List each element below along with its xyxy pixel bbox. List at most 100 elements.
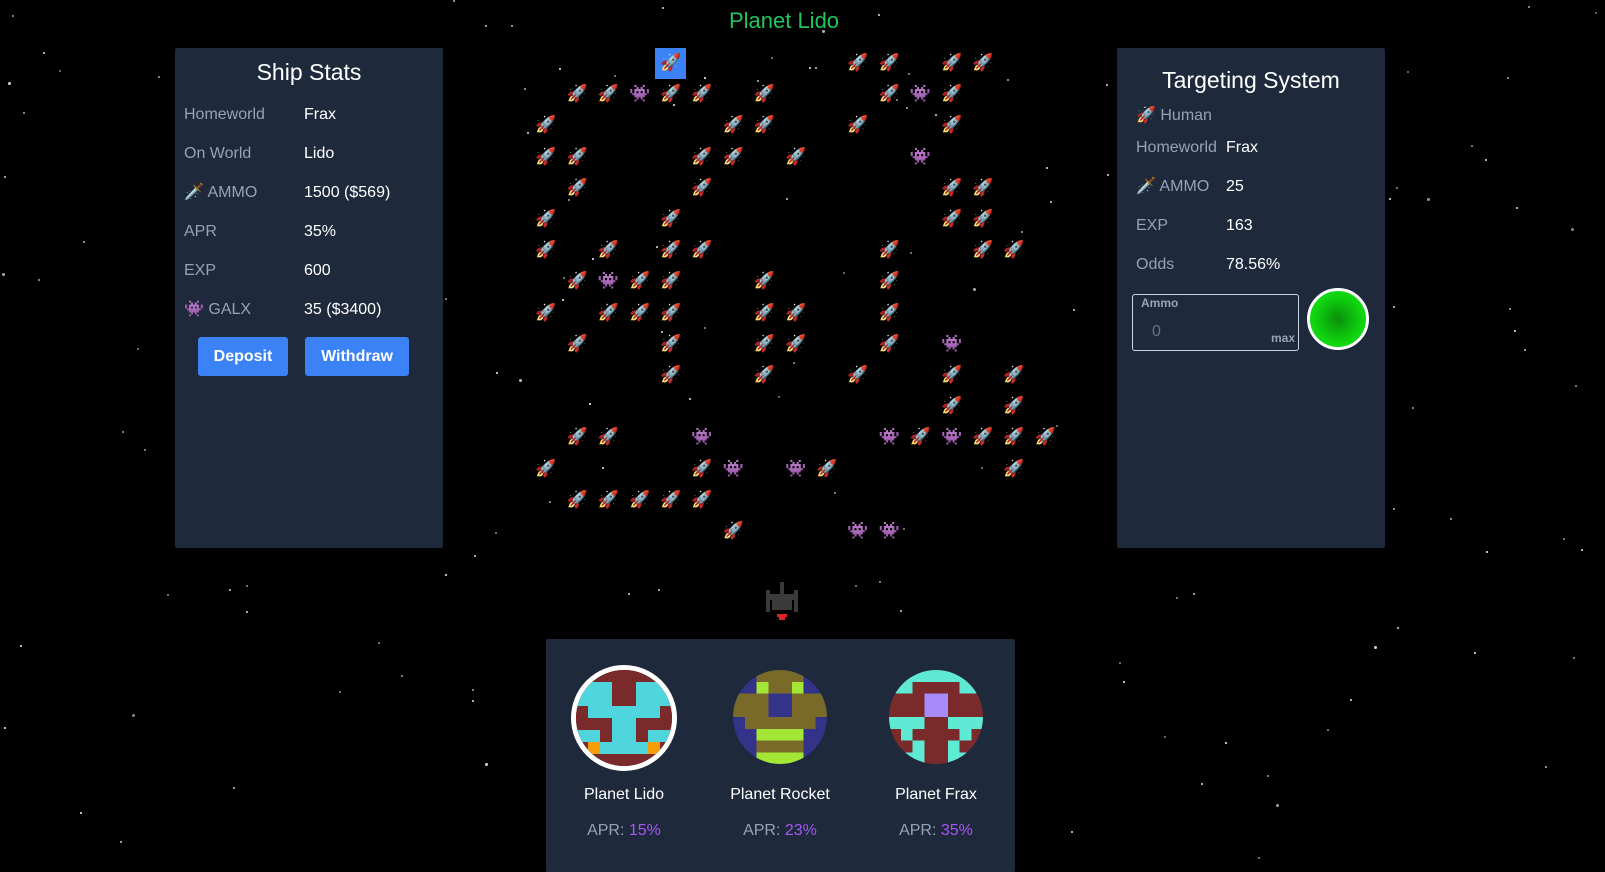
alien-icon[interactable]: 👾 bbox=[877, 521, 901, 541]
rocket-icon[interactable]: 🚀 bbox=[752, 365, 776, 385]
rocket-icon[interactable]: 🚀 bbox=[846, 53, 870, 73]
rocket-icon[interactable]: 🚀 bbox=[971, 178, 995, 198]
rocket-icon[interactable]: 🚀 bbox=[659, 303, 683, 323]
rocket-icon[interactable]: 🚀 bbox=[659, 53, 683, 73]
rocket-icon[interactable]: 🚀 bbox=[690, 147, 714, 167]
rocket-icon[interactable]: 🚀 bbox=[596, 84, 620, 104]
rocket-icon[interactable]: 🚀 bbox=[877, 303, 901, 323]
rocket-icon[interactable]: 🚀 bbox=[596, 427, 620, 447]
rocket-icon[interactable]: 🚀 bbox=[721, 147, 745, 167]
rocket-icon[interactable]: 🚀 bbox=[971, 427, 995, 447]
rocket-icon[interactable]: 🚀 bbox=[784, 147, 808, 167]
rocket-icon[interactable]: 🚀 bbox=[971, 53, 995, 73]
rocket-icon[interactable]: 🚀 bbox=[1002, 240, 1026, 260]
rocket-icon[interactable]: 🚀 bbox=[690, 459, 714, 479]
rocket-icon[interactable]: 🚀 bbox=[721, 521, 745, 541]
rocket-icon[interactable]: 🚀 bbox=[565, 271, 589, 291]
rocket-icon[interactable]: 🚀 bbox=[596, 490, 620, 510]
ammo-max-button[interactable]: max bbox=[1271, 331, 1295, 345]
rocket-icon[interactable]: 🚀 bbox=[534, 209, 558, 229]
alien-icon[interactable]: 👾 bbox=[846, 521, 870, 541]
rocket-icon[interactable]: 🚀 bbox=[752, 115, 776, 135]
rocket-icon[interactable]: 🚀 bbox=[784, 303, 808, 323]
deposit-button[interactable]: Deposit bbox=[198, 337, 288, 376]
rocket-icon[interactable]: 🚀 bbox=[877, 84, 901, 104]
rocket-icon[interactable]: 🚀 bbox=[534, 303, 558, 323]
rocket-icon[interactable]: 🚀 bbox=[940, 115, 964, 135]
planet-lido-apr: APR: 15% bbox=[587, 822, 661, 839]
planet-rocket-avatar[interactable] bbox=[733, 670, 827, 764]
rocket-icon[interactable]: 🚀 bbox=[877, 271, 901, 291]
alien-icon[interactable]: 👾 bbox=[628, 84, 652, 104]
rocket-icon[interactable]: 🚀 bbox=[940, 53, 964, 73]
ship-stat-value: Lido bbox=[304, 145, 335, 162]
rocket-icon[interactable]: 🚀 bbox=[1002, 365, 1026, 385]
alien-icon[interactable]: 👾 bbox=[940, 334, 964, 354]
rocket-icon[interactable]: 🚀 bbox=[628, 490, 652, 510]
alien-icon[interactable]: 👾 bbox=[784, 459, 808, 479]
rocket-icon[interactable]: 🚀 bbox=[565, 84, 589, 104]
rocket-icon[interactable]: 🚀 bbox=[534, 459, 558, 479]
alien-icon[interactable]: 👾 bbox=[940, 427, 964, 447]
rocket-icon[interactable]: 🚀 bbox=[971, 209, 995, 229]
alien-icon[interactable]: 👾 bbox=[596, 271, 620, 291]
rocket-icon[interactable]: 🚀 bbox=[877, 240, 901, 260]
rocket-icon[interactable]: 🚀 bbox=[659, 490, 683, 510]
rocket-icon[interactable]: 🚀 bbox=[752, 303, 776, 323]
alien-icon[interactable]: 👾 bbox=[877, 427, 901, 447]
rocket-icon[interactable]: 🚀 bbox=[1002, 427, 1026, 447]
alien-icon[interactable]: 👾 bbox=[908, 147, 932, 167]
rocket-icon[interactable]: 🚀 bbox=[940, 84, 964, 104]
rocket-icon[interactable]: 🚀 bbox=[628, 271, 652, 291]
alien-icon[interactable]: 👾 bbox=[721, 459, 745, 479]
rocket-icon[interactable]: 🚀 bbox=[628, 303, 652, 323]
rocket-icon[interactable]: 🚀 bbox=[534, 115, 558, 135]
rocket-icon[interactable]: 🚀 bbox=[752, 84, 776, 104]
rocket-icon[interactable]: 🚀 bbox=[565, 178, 589, 198]
rocket-icon[interactable]: 🚀 bbox=[1002, 459, 1026, 479]
rocket-icon[interactable]: 🚀 bbox=[565, 147, 589, 167]
rocket-icon[interactable]: 🚀 bbox=[659, 209, 683, 229]
rocket-icon[interactable]: 🚀 bbox=[690, 84, 714, 104]
rocket-icon[interactable]: 🚀 bbox=[877, 334, 901, 354]
rocket-icon[interactable]: 🚀 bbox=[908, 427, 932, 447]
rocket-icon[interactable]: 🚀 bbox=[940, 209, 964, 229]
rocket-icon[interactable]: 🚀 bbox=[940, 396, 964, 416]
rocket-icon[interactable]: 🚀 bbox=[752, 271, 776, 291]
rocket-icon[interactable]: 🚀 bbox=[1002, 396, 1026, 416]
rocket-icon[interactable]: 🚀 bbox=[690, 490, 714, 510]
rocket-icon[interactable]: 🚀 bbox=[659, 334, 683, 354]
rocket-icon[interactable]: 🚀 bbox=[815, 459, 839, 479]
rocket-icon[interactable]: 🚀 bbox=[659, 84, 683, 104]
rocket-icon[interactable]: 🚀 bbox=[752, 334, 776, 354]
rocket-icon[interactable]: 🚀 bbox=[690, 240, 714, 260]
rocket-icon[interactable]: 🚀 bbox=[846, 115, 870, 135]
rocket-icon[interactable]: 🚀 bbox=[940, 365, 964, 385]
rocket-icon[interactable]: 🚀 bbox=[659, 240, 683, 260]
alien-icon[interactable]: 👾 bbox=[690, 427, 714, 447]
rocket-icon[interactable]: 🚀 bbox=[784, 334, 808, 354]
rocket-icon[interactable]: 🚀 bbox=[534, 240, 558, 260]
rocket-icon[interactable]: 🚀 bbox=[596, 240, 620, 260]
ammo-input-value[interactable]: 0 bbox=[1152, 323, 1161, 341]
rocket-icon[interactable]: 🚀 bbox=[1033, 427, 1057, 447]
ammo-input[interactable]: Ammo 0 max bbox=[1132, 294, 1299, 351]
rocket-icon[interactable]: 🚀 bbox=[565, 490, 589, 510]
alien-icon[interactable]: 👾 bbox=[908, 84, 932, 104]
fire-button[interactable] bbox=[1307, 288, 1369, 350]
rocket-icon[interactable]: 🚀 bbox=[565, 427, 589, 447]
withdraw-button[interactable]: Withdraw bbox=[305, 337, 409, 376]
rocket-icon[interactable]: 🚀 bbox=[596, 303, 620, 323]
planet-frax-avatar[interactable] bbox=[889, 670, 983, 764]
rocket-icon[interactable]: 🚀 bbox=[721, 115, 745, 135]
rocket-icon[interactable]: 🚀 bbox=[846, 365, 870, 385]
rocket-icon[interactable]: 🚀 bbox=[940, 178, 964, 198]
rocket-icon[interactable]: 🚀 bbox=[877, 53, 901, 73]
planet-lido-avatar[interactable] bbox=[571, 665, 677, 771]
rocket-icon[interactable]: 🚀 bbox=[690, 178, 714, 198]
rocket-icon[interactable]: 🚀 bbox=[534, 147, 558, 167]
rocket-icon[interactable]: 🚀 bbox=[659, 271, 683, 291]
rocket-icon[interactable]: 🚀 bbox=[971, 240, 995, 260]
rocket-icon[interactable]: 🚀 bbox=[659, 365, 683, 385]
rocket-icon[interactable]: 🚀 bbox=[565, 334, 589, 354]
